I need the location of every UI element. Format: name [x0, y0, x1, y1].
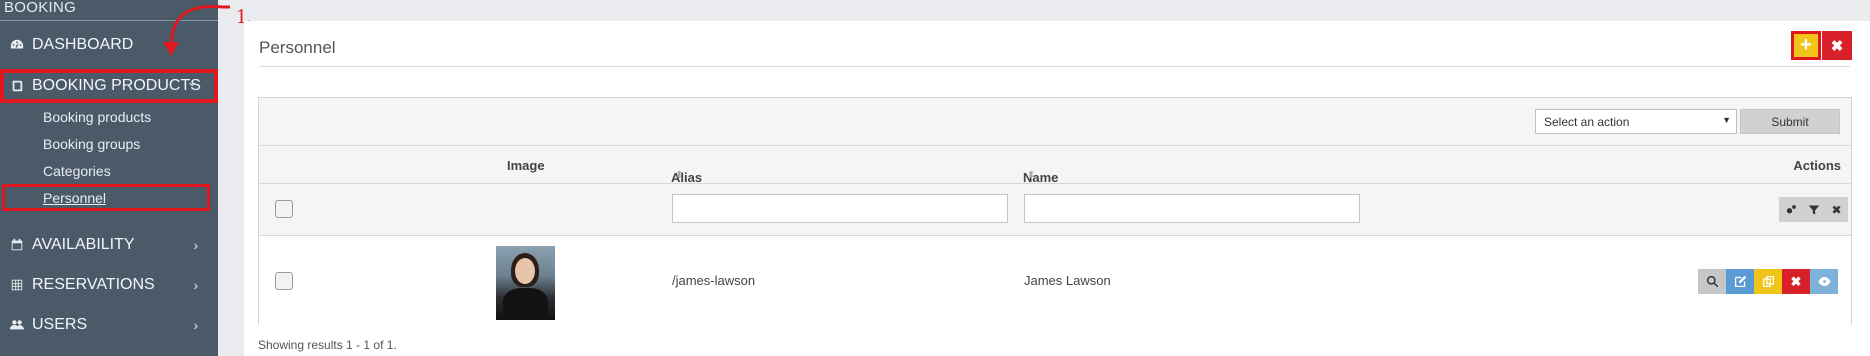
view-button[interactable]	[1698, 269, 1726, 294]
sidebar-item-label: RESERVATIONS	[32, 276, 155, 293]
table-header: Image Alias URL⬍ Name⬍ Actions	[259, 146, 1851, 200]
gears-icon	[1786, 204, 1796, 213]
edit-button[interactable]	[1726, 269, 1754, 294]
duplicate-button[interactable]	[1754, 269, 1782, 294]
chevron-right-icon: ›	[193, 277, 198, 293]
annotation-arrow-1	[163, 4, 230, 56]
select-all-checkbox[interactable]	[275, 200, 293, 218]
sort-icon: ⬍	[675, 170, 684, 181]
sidebar-item-reservations[interactable]: RESERVATIONS ›	[0, 268, 218, 302]
row-checkbox[interactable]	[275, 272, 293, 290]
sidebar-item-label: AVAILABILITY	[32, 236, 135, 253]
dashboard-icon	[8, 38, 26, 52]
copy-icon	[1762, 275, 1774, 288]
delete-button[interactable]: ✖	[1782, 269, 1810, 294]
close-button[interactable]: ✖	[1822, 31, 1852, 60]
sidebar-subitem-booking-products[interactable]: Booking products	[43, 109, 151, 125]
users-icon	[8, 318, 26, 332]
close-icon: ✖	[1831, 202, 1842, 217]
filter-settings-button[interactable]	[1779, 197, 1802, 222]
results-count: Showing results 1 - 1 of 1.	[258, 338, 397, 352]
book-icon	[8, 79, 26, 93]
grid-calendar-icon	[8, 278, 26, 292]
eye-icon	[1817, 277, 1831, 286]
sidebar-item-users[interactable]: USERS ›	[0, 308, 218, 342]
title-divider	[259, 66, 1850, 67]
sort-icon: ⬍	[1027, 170, 1036, 181]
name-filter-input[interactable]	[1024, 194, 1360, 223]
filter-icon	[1808, 205, 1819, 214]
personnel-photo	[496, 246, 555, 320]
row-name: James Lawson	[1024, 273, 1111, 288]
page-title: Personnel	[259, 38, 336, 57]
chevron-down-icon: ⌄	[186, 73, 198, 89]
sidebar-subitem-categories[interactable]: Categories	[43, 163, 111, 179]
column-header-image: Image	[507, 158, 545, 173]
sidebar-item-label: BOOKING PRODUCTS	[32, 77, 201, 94]
calendar-icon	[8, 238, 26, 252]
clear-filter-button[interactable]: ✖	[1825, 197, 1848, 222]
zoom-icon	[1706, 275, 1718, 288]
chevron-right-icon: ›	[193, 237, 198, 253]
action-select[interactable]: Select an action ▼	[1535, 109, 1737, 134]
personnel-table: Select an action ▼ Submit Image Alias UR…	[258, 97, 1852, 325]
sidebar-item-availability[interactable]: AVAILABILITY ›	[0, 228, 218, 262]
table-row: /james-lawson James Lawson ✖	[259, 236, 1851, 325]
select-arrow-icon: ▼	[1722, 115, 1731, 125]
close-icon: ✖	[1790, 273, 1802, 289]
action-select-value: Select an action	[1544, 115, 1630, 129]
submit-button[interactable]: Submit	[1740, 109, 1840, 134]
apply-filter-button[interactable]	[1802, 197, 1825, 222]
sidebar-subitem-personnel[interactable]: Personnel	[43, 190, 106, 206]
sidebar-subitem-booking-groups[interactable]: Booking groups	[43, 136, 140, 152]
row-alias: /james-lawson	[672, 273, 756, 288]
add-button[interactable]: +	[1791, 31, 1821, 60]
sidebar-item-label: USERS	[32, 316, 88, 333]
row-actions: ✖	[1698, 269, 1838, 294]
sidebar-item-label: DASHBOARD	[32, 36, 134, 53]
alias-filter-input[interactable]	[672, 194, 1008, 223]
sidebar-item-booking-products[interactable]: BOOKING PRODUCTS ⌄	[0, 69, 218, 103]
bulk-action-toolbar: Select an action ▼ Submit	[259, 98, 1851, 146]
filter-row: ✖	[259, 184, 1851, 236]
chevron-right-icon: ›	[193, 317, 198, 333]
edit-icon	[1734, 275, 1746, 288]
filter-buttons: ✖	[1779, 197, 1848, 222]
personnel-panel: Personnel + ✖ Select an action ▼ Submit …	[244, 21, 1870, 356]
sidebar-section-title: BOOKING	[4, 0, 77, 16]
column-header-actions: Actions	[1793, 158, 1841, 173]
preview-button[interactable]	[1810, 269, 1838, 294]
